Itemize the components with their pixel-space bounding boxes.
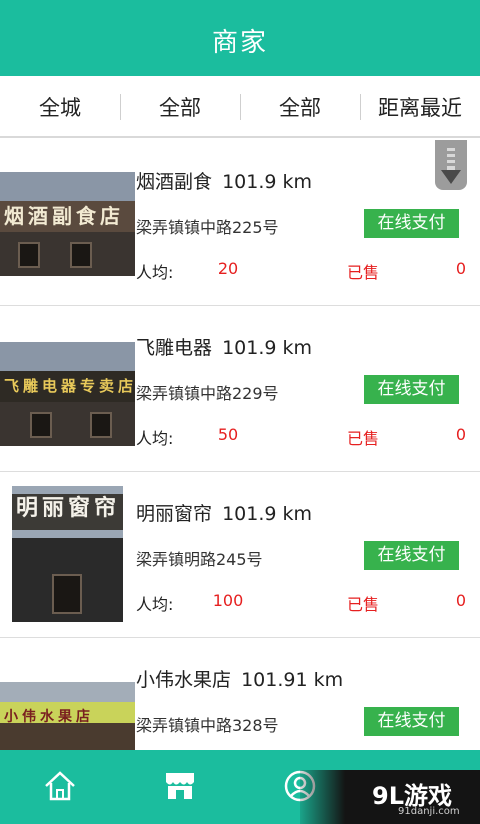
merchant-distance: 101.9 km: [222, 171, 313, 193]
merchant-item[interactable]: 小伟水果店 小伟水果店 101.91 km 梁弄镇镇中路328号 在线支付: [0, 638, 480, 750]
download-icon[interactable]: [435, 140, 467, 190]
sold-value: 0: [455, 259, 466, 278]
merchant-photo: 飞雕电器专卖店: [0, 342, 135, 446]
merchant-distance: 101.9 km: [222, 337, 313, 359]
merchant-name: 烟酒副食: [136, 171, 213, 193]
merchant-item[interactable]: 飞雕电器专卖店 飞雕电器 101.9 km 梁弄镇镇中路229号 在线支付 人均…: [0, 306, 480, 472]
filter-area[interactable]: 全城: [0, 76, 120, 138]
avg-price-value: 50: [217, 425, 239, 444]
merchant-distance: 101.9 km: [222, 503, 313, 525]
merchant-address: 梁弄镇镇中路229号: [136, 384, 279, 403]
merchant-name-line: 飞雕电器 101.9 km: [136, 333, 312, 360]
avg-price-label: 人均:: [136, 263, 174, 282]
store-icon[interactable]: [162, 768, 198, 804]
online-pay-button[interactable]: 在线支付: [364, 707, 459, 736]
merchant-address: 梁弄镇镇中路328号: [136, 716, 279, 735]
top-bar: 商家: [0, 0, 480, 76]
merchant-name: 小伟水果店: [136, 669, 232, 691]
avg-price-label: 人均:: [136, 595, 174, 614]
watermark-url: 91danji.com: [398, 806, 460, 817]
merchant-name-line: 小伟水果店 101.91 km: [136, 665, 343, 692]
sold-label: 已售: [347, 595, 380, 614]
merchant-item[interactable]: 烟酒副食店 烟酒副食 101.9 km 梁弄镇镇中路225号 在线支付 人均: …: [0, 140, 480, 306]
shop-sign: 小伟水果店: [0, 701, 135, 725]
sold-label: 已售: [347, 263, 380, 282]
merchant-photo: 烟酒副食店: [0, 172, 135, 276]
avg-price-label: 人均:: [136, 429, 174, 448]
avg-price-value: 100: [212, 591, 244, 610]
online-pay-button[interactable]: 在线支付: [364, 541, 459, 570]
filter-type[interactable]: 全部: [240, 76, 360, 138]
avg-price-value: 20: [217, 259, 239, 278]
online-pay-button[interactable]: 在线支付: [364, 375, 459, 404]
merchant-name-line: 烟酒副食 101.9 km: [136, 167, 312, 194]
merchant-name: 明丽窗帘: [136, 503, 213, 525]
merchant-photo: 小伟水果店: [0, 682, 135, 750]
filter-bar: 全城 全部 全部 距离最近: [0, 76, 480, 138]
sold-value: 0: [455, 425, 466, 444]
shop-sign: 飞雕电器专卖店: [0, 371, 135, 403]
merchant-address: 梁弄镇镇中路225号: [136, 218, 279, 237]
shop-sign: 烟酒副食店: [0, 201, 135, 233]
merchant-item[interactable]: 明丽窗帘 明丽窗帘 101.9 km 梁弄镇明路245号 在线支付 人均: 10…: [0, 472, 480, 638]
page-title: 商家: [211, 28, 268, 58]
filter-category[interactable]: 全部: [120, 76, 240, 138]
merchant-photo: 明丽窗帘: [12, 486, 123, 622]
merchant-name: 飞雕电器: [136, 337, 213, 359]
online-pay-button[interactable]: 在线支付: [364, 209, 459, 238]
home-icon[interactable]: [42, 768, 78, 804]
filter-sort[interactable]: 距离最近: [360, 76, 480, 138]
merchant-address: 梁弄镇明路245号: [136, 550, 263, 569]
merchant-list: 烟酒副食店 烟酒副食 101.9 km 梁弄镇镇中路225号 在线支付 人均: …: [0, 140, 480, 750]
shop-sign: 明丽窗帘: [12, 494, 123, 530]
sold-value: 0: [455, 591, 466, 610]
merchant-name-line: 明丽窗帘 101.9 km: [136, 499, 312, 526]
sold-label: 已售: [347, 429, 380, 448]
merchant-distance: 101.91 km: [241, 669, 344, 691]
